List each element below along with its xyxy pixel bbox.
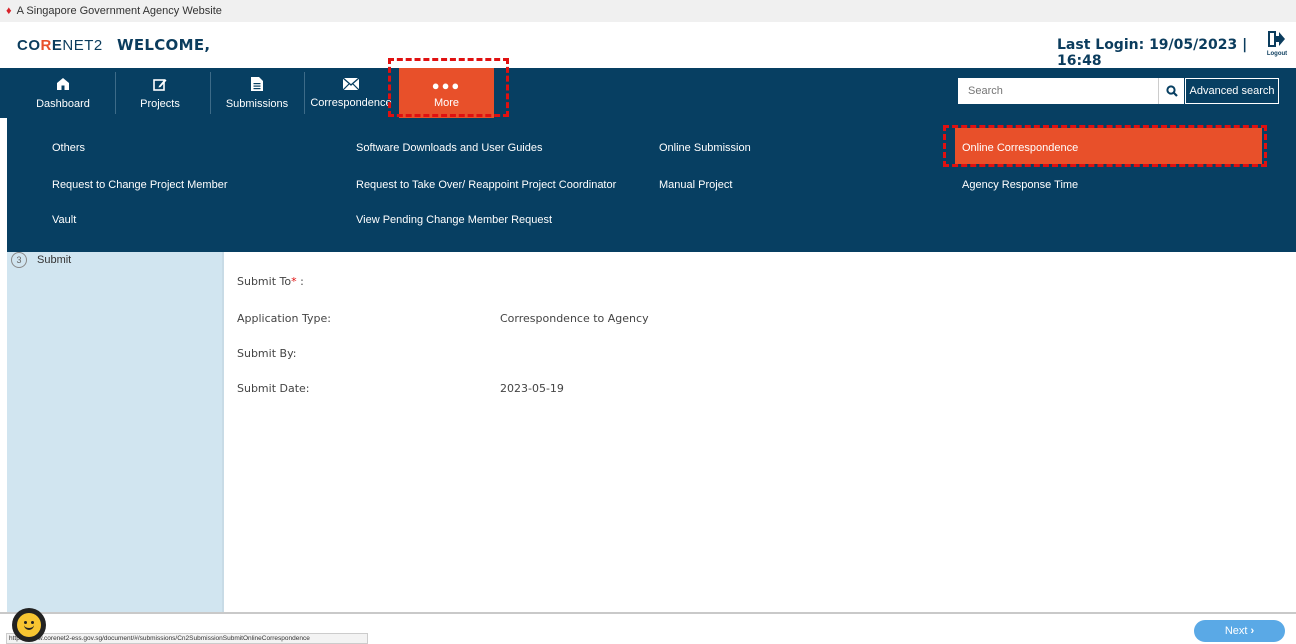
submit-date-value: 2023-05-19 bbox=[500, 382, 564, 395]
nav-submissions[interactable]: Submissions bbox=[220, 68, 294, 118]
logo-r: R bbox=[40, 37, 52, 54]
menu-agency-response-time[interactable]: Agency Response Time bbox=[962, 179, 1078, 191]
submit-to-colon: : bbox=[296, 275, 304, 288]
chat-bot-button[interactable] bbox=[12, 608, 46, 642]
nav-separator bbox=[304, 72, 305, 114]
lion-icon: ♦ bbox=[6, 5, 12, 17]
gov-banner-text: A Singapore Government Agency Website bbox=[16, 5, 222, 17]
logout-label: Logout bbox=[1266, 51, 1288, 57]
menu-online-correspondence[interactable]: Online Correspondence bbox=[962, 142, 1078, 154]
nav-projects-label: Projects bbox=[140, 97, 180, 110]
logout-icon bbox=[1268, 31, 1285, 47]
search-icon bbox=[1165, 85, 1178, 97]
nav-submissions-label: Submissions bbox=[225, 97, 289, 110]
advanced-search-button[interactable]: Advanced search bbox=[1185, 78, 1279, 104]
menu-online-submission[interactable]: Online Submission bbox=[659, 142, 751, 154]
menu-others[interactable]: Others bbox=[52, 142, 85, 154]
application-type-label: Application Type: bbox=[237, 312, 331, 325]
corenet-logo[interactable]: CORENET2 bbox=[17, 37, 103, 54]
search-button[interactable] bbox=[1158, 78, 1184, 104]
next-label: Next bbox=[1224, 625, 1248, 637]
smiley-icon bbox=[17, 613, 41, 637]
menu-vault[interactable]: Vault bbox=[52, 214, 76, 226]
chevron-right-icon: › bbox=[1250, 625, 1255, 637]
submit-date-label: Submit Date: bbox=[237, 382, 310, 395]
submit-to-label: Submit To* : bbox=[237, 275, 304, 288]
menu-request-takeover[interactable]: Request to Take Over/ Reappoint Project … bbox=[356, 179, 616, 191]
nav-correspondence[interactable]: Correspondence bbox=[310, 68, 392, 118]
footer-divider bbox=[0, 612, 1296, 614]
step-number: 3 bbox=[11, 252, 27, 268]
nav-dashboard[interactable]: Dashboard bbox=[28, 68, 98, 118]
last-login: Last Login: 19/05/2023 | 16:48 bbox=[1057, 37, 1248, 69]
nav-correspondence-label: Correspondence bbox=[310, 96, 392, 109]
menu-manual-project[interactable]: Manual Project bbox=[659, 179, 732, 191]
nav-dashboard-label: Dashboard bbox=[36, 97, 90, 110]
nav-projects[interactable]: Projects bbox=[122, 68, 198, 118]
logo-e: E bbox=[51, 37, 63, 54]
step-submit[interactable]: 3 Submit bbox=[11, 252, 71, 268]
logout-button[interactable]: Logout bbox=[1264, 30, 1290, 57]
steps-panel bbox=[7, 252, 224, 612]
submit-to-text: Submit To bbox=[237, 275, 292, 288]
welcome-text: WELCOME, bbox=[117, 36, 211, 54]
menu-view-pending-change[interactable]: View Pending Change Member Request bbox=[356, 214, 552, 226]
envelope-icon bbox=[342, 76, 360, 94]
home-icon bbox=[56, 77, 70, 95]
menu-request-change-member[interactable]: Request to Change Project Member bbox=[52, 179, 227, 191]
nav-separator bbox=[210, 72, 211, 114]
menu-software-downloads[interactable]: Software Downloads and User Guides bbox=[356, 142, 542, 154]
highlight-more bbox=[388, 58, 509, 117]
search-input[interactable] bbox=[958, 78, 1158, 104]
edit-icon bbox=[153, 77, 167, 95]
gov-banner: ♦ A Singapore Government Agency Website bbox=[0, 0, 1296, 22]
application-type-value: Correspondence to Agency bbox=[500, 312, 649, 325]
status-bar-url: https://www.corenet2-ess.gov.sg/document… bbox=[6, 633, 368, 644]
nav-separator bbox=[115, 72, 116, 114]
logo-net: NET2 bbox=[62, 37, 103, 54]
header: CORENET2 WELCOME, Last Login: 19/05/2023… bbox=[0, 22, 1296, 69]
step-label: Submit bbox=[37, 254, 72, 266]
submit-by-label: Submit By: bbox=[237, 347, 297, 360]
document-icon bbox=[251, 76, 263, 95]
next-button[interactable]: Next › bbox=[1194, 620, 1285, 642]
logo-co: CO bbox=[17, 37, 41, 54]
